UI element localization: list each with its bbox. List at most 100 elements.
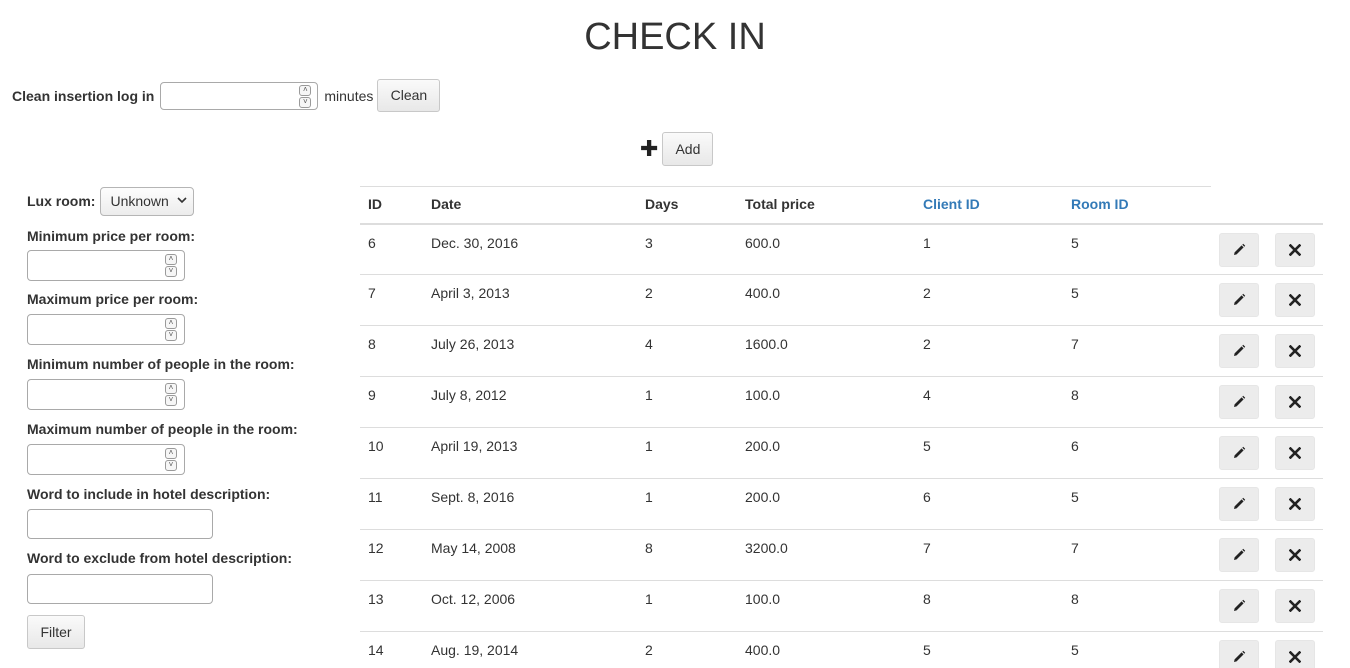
spin-up-icon[interactable]: ˄	[165, 448, 177, 459]
add-button[interactable]: Add	[662, 132, 714, 166]
delete-button[interactable]	[1275, 233, 1315, 267]
lux-room-select[interactable]: Unknown	[100, 186, 195, 216]
close-icon	[1289, 447, 1301, 459]
edit-button[interactable]	[1219, 538, 1259, 572]
close-icon	[1289, 498, 1301, 510]
cell-date: Sept. 8, 2016	[431, 489, 515, 505]
lux-room-value: Unknown	[110, 193, 169, 209]
delete-button[interactable]	[1275, 589, 1315, 623]
include-word-input[interactable]	[27, 509, 213, 539]
number-spinner[interactable]: ˄ ˅	[165, 254, 177, 277]
spin-down-icon[interactable]: ˅	[165, 395, 177, 406]
cell-date: Oct. 12, 2006	[431, 591, 516, 607]
edit-button[interactable]	[1219, 334, 1259, 368]
delete-button[interactable]	[1275, 385, 1315, 419]
cell-client-id: 4	[923, 387, 931, 403]
spin-up-icon[interactable]: ˄	[165, 383, 177, 394]
header-room-id-link[interactable]: Room ID	[1071, 196, 1129, 212]
pencil-icon	[1232, 243, 1246, 257]
table-row: 11 Sept. 8, 2016 1 200.0 6 5	[360, 478, 1323, 529]
close-icon	[1289, 549, 1301, 561]
close-icon	[1289, 345, 1301, 357]
cell-room-id: 6	[1071, 438, 1079, 454]
cell-room-id: 8	[1071, 591, 1079, 607]
cell-id: 11	[368, 489, 383, 505]
table-row: 7 April 3, 2013 2 400.0 2 5	[360, 274, 1323, 325]
spin-down-icon[interactable]: ˅	[299, 96, 312, 108]
chevron-down-icon	[177, 196, 187, 207]
spin-up-icon[interactable]: ˄	[165, 318, 177, 329]
exclude-word-label: Word to exclude from hotel description:	[27, 550, 292, 566]
cell-days: 1	[645, 438, 653, 454]
spin-down-icon[interactable]: ˅	[165, 266, 177, 277]
cell-id: 13	[368, 591, 384, 607]
pencil-icon	[1232, 548, 1246, 562]
number-spinner[interactable]: ˄ ˅	[165, 383, 177, 406]
delete-button[interactable]	[1275, 487, 1315, 521]
edit-button[interactable]	[1219, 385, 1259, 419]
spin-up-icon[interactable]: ˄	[299, 84, 312, 96]
table-row: 9 July 8, 2012 1 100.0 4 8	[360, 376, 1323, 427]
cell-id: 10	[368, 438, 384, 454]
delete-button[interactable]	[1275, 640, 1315, 668]
cell-id: 9	[368, 387, 376, 403]
cell-days: 1	[645, 489, 653, 505]
cell-client-id: 5	[923, 438, 931, 454]
delete-button[interactable]	[1275, 283, 1315, 317]
max-price-label: Maximum price per room:	[27, 291, 199, 307]
delete-button[interactable]	[1275, 334, 1315, 368]
minutes-label: minutes	[324, 87, 374, 104]
min-people-label: Minimum number of people in the room:	[27, 356, 295, 372]
cell-date: April 19, 2013	[431, 438, 518, 454]
table-row: 12 May 14, 2008 8 3200.0 7 7	[360, 529, 1323, 580]
spin-down-icon[interactable]: ˅	[165, 330, 177, 341]
add-group: ✚ Add	[640, 132, 714, 166]
cell-date: Aug. 19, 2014	[431, 642, 519, 658]
cell-client-id: 5	[923, 642, 931, 658]
cell-client-id: 7	[923, 540, 931, 556]
cell-total-price: 200.0	[745, 438, 781, 454]
cell-room-id: 7	[1071, 540, 1079, 556]
cell-room-id: 8	[1071, 387, 1079, 403]
cell-date: April 3, 2013	[431, 285, 510, 301]
table-row: 13 Oct. 12, 2006 1 100.0 8 8	[360, 580, 1323, 631]
cell-client-id: 6	[923, 489, 931, 505]
edit-button[interactable]	[1219, 589, 1259, 623]
cell-client-id: 2	[923, 336, 931, 352]
edit-button[interactable]	[1219, 283, 1259, 317]
pencil-icon	[1232, 446, 1246, 460]
exclude-word-input[interactable]	[27, 574, 213, 604]
pencil-icon	[1232, 650, 1246, 664]
cell-date: May 14, 2008	[431, 540, 516, 556]
clean-minutes-input[interactable]: ˄ ˅	[160, 81, 319, 110]
cell-days: 4	[645, 336, 653, 352]
number-spinner[interactable]: ˄ ˅	[165, 448, 177, 471]
max-price-input[interactable]: ˄ ˅	[27, 314, 185, 345]
cell-days: 2	[645, 642, 653, 658]
max-people-input[interactable]: ˄ ˅	[27, 444, 185, 475]
cell-date: July 8, 2012	[431, 387, 507, 403]
table-row: 8 July 26, 2013 4 1600.0 2 7	[360, 325, 1323, 376]
cell-client-id: 1	[923, 235, 931, 251]
filter-button[interactable]: Filter	[27, 615, 85, 649]
min-people-input[interactable]: ˄ ˅	[27, 379, 185, 410]
edit-button[interactable]	[1219, 487, 1259, 521]
cell-total-price: 100.0	[745, 591, 781, 607]
delete-button[interactable]	[1275, 538, 1315, 572]
delete-button[interactable]	[1275, 436, 1315, 470]
min-price-input[interactable]: ˄ ˅	[27, 250, 185, 281]
header-date: Date	[431, 196, 462, 212]
cell-date: Dec. 30, 2016	[431, 235, 519, 251]
header-total-price: Total price	[745, 196, 815, 212]
number-spinner[interactable]: ˄ ˅	[299, 84, 312, 108]
header-client-id-link[interactable]: Client ID	[923, 196, 980, 212]
edit-button[interactable]	[1219, 233, 1259, 267]
spin-up-icon[interactable]: ˄	[165, 254, 177, 265]
max-people-label: Maximum number of people in the room:	[27, 421, 298, 437]
edit-button[interactable]	[1219, 640, 1259, 668]
number-spinner[interactable]: ˄ ˅	[165, 318, 177, 341]
pencil-icon	[1232, 497, 1246, 511]
spin-down-icon[interactable]: ˅	[165, 460, 177, 471]
edit-button[interactable]	[1219, 436, 1259, 470]
clean-button[interactable]: Clean	[377, 79, 441, 112]
